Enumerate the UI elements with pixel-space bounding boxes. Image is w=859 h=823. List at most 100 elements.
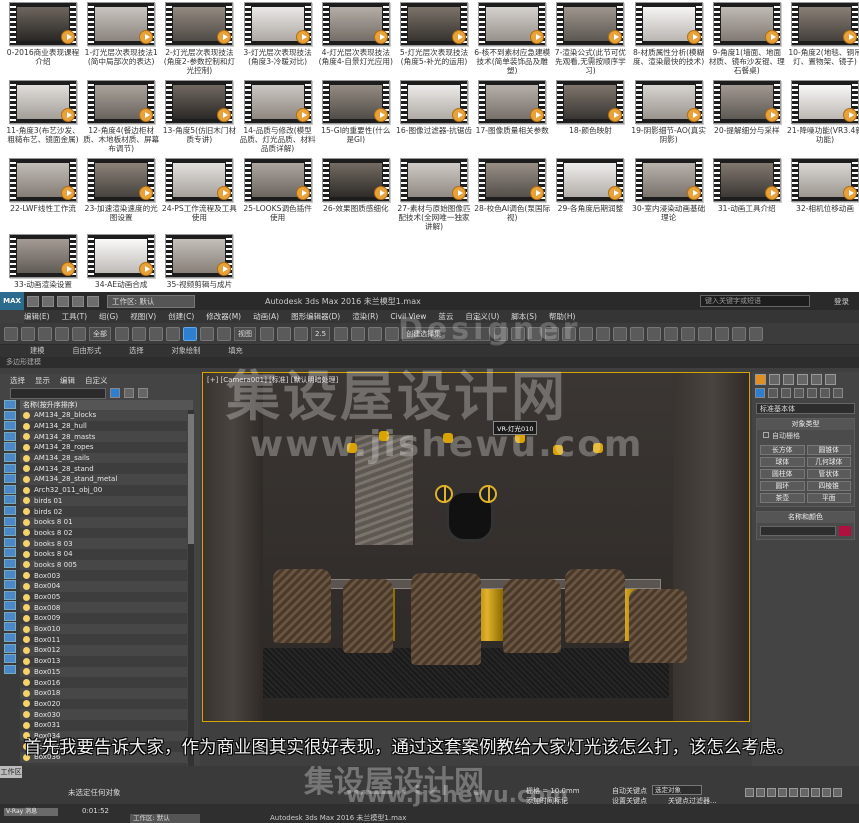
scene-explorer-icon[interactable]: [4, 643, 16, 653]
video-thumbnail[interactable]: 22-LWF线性工作流: [4, 158, 82, 213]
scene-object-row[interactable]: Box016: [20, 677, 187, 688]
video-thumbnail[interactable]: 3-灯光层次表现技法(角度3-冷暖对比): [239, 2, 317, 66]
checkbox-box[interactable]: [763, 432, 769, 438]
primitive-button[interactable]: 几何球体: [806, 457, 851, 467]
menu-item[interactable]: 修改器(M): [206, 311, 241, 322]
video-thumbnail[interactable]: 14-品质与修改(模型品质、灯光品质、材料品质详解): [239, 80, 317, 153]
video-thumbnail[interactable]: 7-渲染公式(此节可优先观看,无需按顺序学习): [551, 2, 629, 75]
visibility-bulb-icon[interactable]: [23, 486, 30, 494]
display-containers-icon[interactable]: [4, 495, 16, 505]
open-file-icon[interactable]: [42, 295, 54, 307]
ribbon-tab[interactable]: 选择: [129, 346, 143, 356]
ribbon-tab[interactable]: 建模: [30, 346, 44, 356]
visibility-bulb-icon[interactable]: [23, 582, 30, 590]
video-thumbnail[interactable]: 23-加速渲染速度的光图设置: [82, 158, 160, 222]
primitive-button[interactable]: 长方体: [760, 445, 805, 455]
goto-end-icon[interactable]: [789, 788, 798, 797]
rotate-icon[interactable]: [200, 326, 214, 341]
display-influences-icon[interactable]: [4, 569, 16, 579]
scene-object-row[interactable]: Box030: [20, 709, 187, 720]
display-children-icon[interactable]: [4, 558, 16, 568]
visibility-bulb-icon[interactable]: [23, 625, 30, 633]
video-thumbnail[interactable]: 30-室内浸染动画基础理论: [630, 158, 708, 222]
menu-item[interactable]: 视图(V): [130, 311, 156, 322]
scene-object-row[interactable]: books 8 04: [20, 549, 187, 560]
display-spacewarps-icon[interactable]: [4, 452, 16, 462]
visibility-bulb-icon[interactable]: [23, 604, 30, 612]
cameras-icon[interactable]: [794, 388, 804, 398]
visibility-bulb-icon[interactable]: [23, 550, 30, 558]
video-thumbnail[interactable]: 13-角度5(仿旧木门材质专讲): [160, 80, 238, 144]
scene-object-row[interactable]: AM134_28_sails: [20, 452, 187, 464]
video-thumbnail[interactable]: 21-降噪功能(VR3.4新功能): [786, 80, 859, 144]
sync-selection-icon[interactable]: [4, 590, 16, 600]
new-file-icon[interactable]: [27, 295, 39, 307]
primitive-button[interactable]: 平面: [806, 493, 851, 503]
visibility-bulb-icon[interactable]: [23, 540, 30, 548]
vray-proxy-icon[interactable]: [715, 326, 730, 341]
scene-object-row[interactable]: Box005: [20, 592, 187, 603]
render-production-icon[interactable]: [647, 326, 662, 341]
search-input[interactable]: 键入关键字或短语: [700, 295, 810, 307]
geometry-icon[interactable]: [755, 388, 765, 398]
video-thumbnail[interactable]: 5-灯光层次表现技法(角度5-补光的运用): [395, 2, 473, 66]
video-thumbnail[interactable]: 31-动画工具介绍: [708, 158, 786, 213]
login-link[interactable]: 登录: [834, 296, 849, 307]
display-bones-icon[interactable]: [4, 484, 16, 494]
second-workspace-dropdown[interactable]: 工作区: 默认: [130, 814, 200, 823]
pan-icon[interactable]: [811, 788, 820, 797]
visibility-bulb-icon[interactable]: [23, 614, 30, 622]
primitive-button[interactable]: 圆柱体: [760, 469, 805, 479]
render-frame-icon[interactable]: [630, 326, 645, 341]
spacewarps-icon[interactable]: [820, 388, 830, 398]
display-cameras-icon[interactable]: [4, 431, 16, 441]
name-column-header[interactable]: 名称(按升序排序): [20, 400, 193, 410]
visibility-bulb-icon[interactable]: [23, 700, 30, 708]
video-thumbnail[interactable]: 32-相机位移动画: [786, 158, 859, 213]
primitive-type-dropdown[interactable]: 标准基本体: [756, 403, 855, 414]
select-by-name-icon[interactable]: [132, 326, 146, 341]
explorer-menu-item[interactable]: 编辑: [60, 375, 75, 386]
scene-object-row[interactable]: AM134_28_ropes: [20, 442, 187, 453]
scene-object-row[interactable]: Box008: [20, 602, 187, 614]
visibility-bulb-icon[interactable]: [23, 443, 30, 451]
scene-object-row[interactable]: AM134_28_stand: [20, 463, 187, 474]
orbit-icon[interactable]: [822, 788, 831, 797]
pivot-icon[interactable]: [260, 326, 274, 341]
menu-item[interactable]: 组(G): [99, 311, 118, 322]
scene-object-row[interactable]: AM134_28_blocks: [20, 410, 187, 421]
display-xrefs-icon[interactable]: [4, 474, 16, 484]
scene-object-row[interactable]: Box011: [20, 634, 187, 645]
scene-object-row[interactable]: Box013: [20, 656, 187, 667]
selection-filter-dropdown[interactable]: 全部: [89, 326, 111, 341]
save-file-icon[interactable]: [57, 295, 69, 307]
next-frame-icon[interactable]: [778, 788, 787, 797]
video-thumbnail[interactable]: 18-颜色映射: [551, 80, 629, 135]
video-thumbnail[interactable]: 29-各角度后期润整: [551, 158, 629, 213]
primitive-button[interactable]: 球体: [760, 457, 805, 467]
menu-item[interactable]: 动画(A): [253, 311, 279, 322]
scene-object-row[interactable]: AM134_28_hull: [20, 421, 187, 432]
vray-fur-icon[interactable]: [732, 326, 747, 341]
video-thumbnail[interactable]: 6-核不到素材应急建模技术(简单装饰品及雕塑): [473, 2, 551, 75]
auto-key-button[interactable]: 自动关键点: [612, 786, 647, 796]
explorer-menu-item[interactable]: 自定义: [85, 375, 108, 386]
display-helpers-icon[interactable]: [4, 442, 16, 452]
vray-plane-icon[interactable]: [749, 326, 764, 341]
display-tab-icon[interactable]: [811, 373, 822, 385]
scene-object-row[interactable]: AM134_28_masts: [20, 431, 187, 443]
selected-dropdown[interactable]: 选定对象: [652, 785, 702, 795]
name-color-title[interactable]: 名称和颜色: [757, 512, 854, 523]
scene-object-row[interactable]: Box010: [20, 623, 187, 635]
video-thumbnail[interactable]: 16-图像过滤器-抗锯齿: [395, 80, 473, 135]
scene-object-row[interactable]: Box004: [20, 581, 187, 592]
video-thumbnail[interactable]: 4-灯光层次表现技法(角度4-自景灯光应用): [317, 2, 395, 66]
undo-tool-icon[interactable]: [4, 326, 18, 341]
menu-item[interactable]: 编辑(E): [24, 311, 50, 322]
display-none-icon[interactable]: [4, 537, 16, 547]
explorer-find-input[interactable]: [10, 387, 106, 399]
video-thumbnail[interactable]: 35-视频剪辑与成片: [160, 234, 238, 289]
scene-object-row[interactable]: AM134_28_stand_metal: [20, 474, 187, 485]
lights-icon[interactable]: [781, 388, 791, 398]
video-thumbnail[interactable]: 34-AE动画合成: [82, 234, 160, 289]
